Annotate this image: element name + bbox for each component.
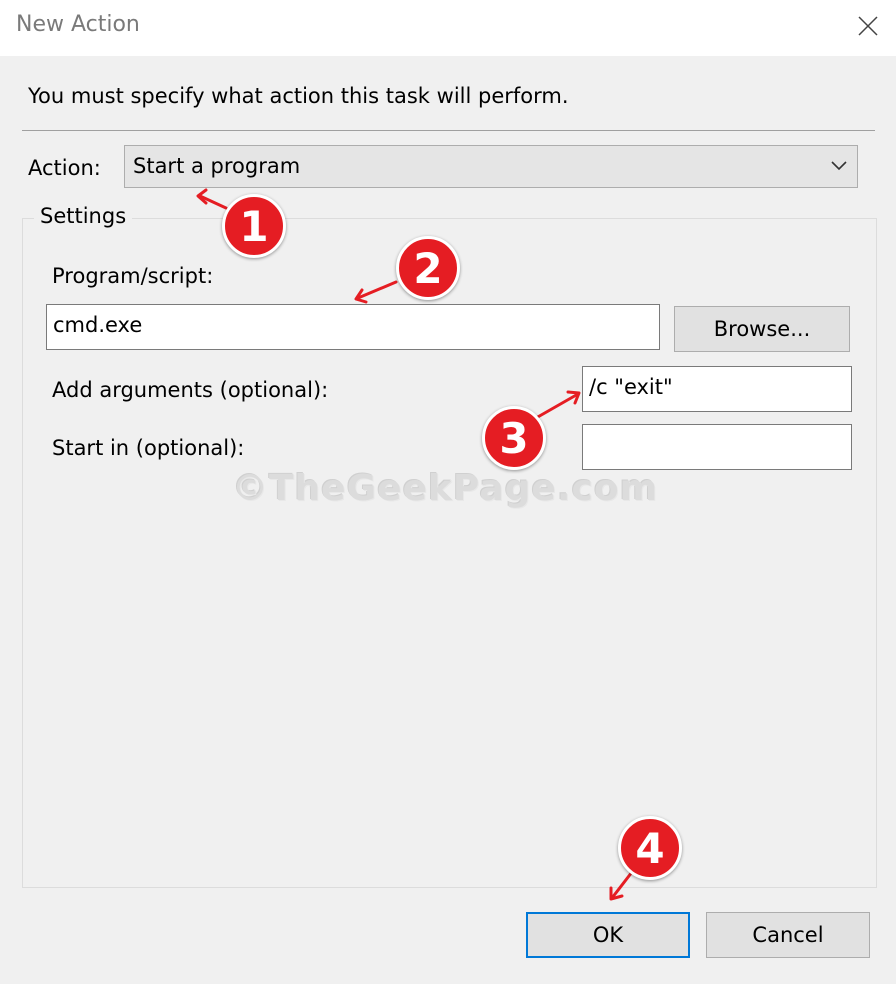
arrow-3-icon bbox=[534, 392, 580, 420]
arrow-2-icon bbox=[356, 280, 398, 300]
arrow-4-icon bbox=[610, 870, 634, 900]
step-badge-2: 2 bbox=[396, 236, 460, 300]
step-badge-1: 1 bbox=[222, 194, 286, 258]
annotation-arrows bbox=[196, 188, 634, 901]
step-badge-3: 3 bbox=[482, 406, 546, 470]
step-badge-4: 4 bbox=[618, 816, 682, 880]
